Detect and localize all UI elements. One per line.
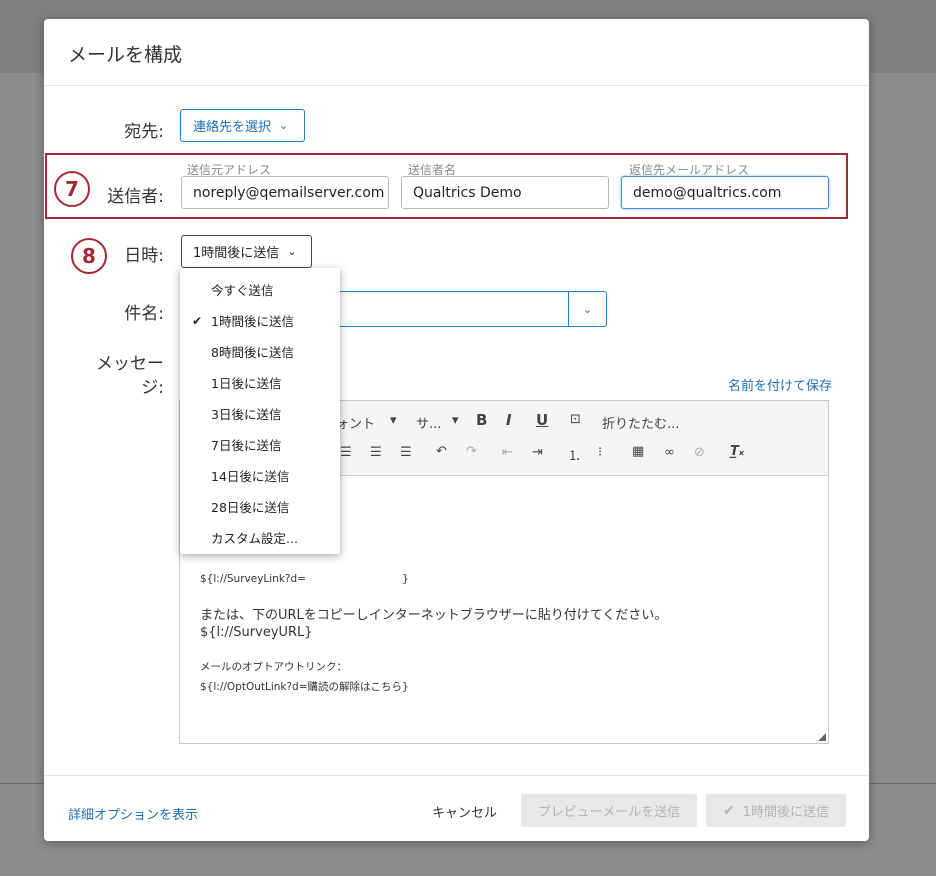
- font-select[interactable]: ォント: [336, 413, 375, 432]
- modal-header: メールを構成: [44, 19, 869, 86]
- outdent-icon[interactable]: ⇤: [502, 445, 513, 460]
- chevron-down-icon: ⌄: [287, 245, 297, 258]
- underline-button[interactable]: U: [536, 411, 548, 429]
- schedule-option[interactable]: 今すぐ送信: [180, 274, 340, 305]
- align-right-icon[interactable]: ☰: [400, 445, 412, 460]
- table-icon[interactable]: ▦: [632, 444, 644, 459]
- reply-to-input[interactable]: demo@qualtrics.com: [621, 176, 829, 209]
- subject-label: 件名:: [124, 304, 164, 324]
- font-select-arrow-icon[interactable]: ▾: [390, 413, 397, 428]
- chevron-down-icon: ⌄: [279, 119, 289, 132]
- schedule-option-label: 1時間後に送信: [211, 314, 294, 329]
- numbered-list-icon[interactable]: ⒈: [568, 445, 581, 464]
- bold-button[interactable]: B: [476, 411, 487, 429]
- italic-button[interactable]: I: [506, 411, 512, 429]
- optout-label-text: メールのオプトアウトリンク：: [200, 661, 347, 673]
- from-name-input[interactable]: Qualtrics Demo: [401, 176, 609, 209]
- message-label-line1: メッセー: [96, 354, 164, 374]
- schedule-option-label: 14日後に送信: [211, 469, 290, 484]
- advanced-options-link[interactable]: 詳細オプションを表示: [68, 804, 198, 823]
- chevron-down-icon[interactable]: ⌄: [569, 292, 606, 326]
- preview-email-button[interactable]: プレビューメールを送信: [521, 794, 697, 827]
- indent-icon[interactable]: ⇥: [532, 445, 543, 460]
- from-address-input[interactable]: noreply@qemailserver.com: [181, 176, 389, 209]
- unlink-icon[interactable]: ⊘: [694, 445, 705, 460]
- schedule-option-label: 8時間後に送信: [211, 345, 294, 360]
- redo-icon[interactable]: ↷: [466, 444, 477, 459]
- select-contacts-button[interactable]: 連絡先を選択 ⌄: [180, 109, 305, 142]
- recipient-label: 宛先:: [124, 122, 164, 142]
- schedule-option[interactable]: 1日後に送信: [180, 367, 340, 398]
- schedule-selected-label: 1時間後に送信: [193, 246, 280, 261]
- schedule-select[interactable]: 1時間後に送信 ⌄: [181, 235, 312, 268]
- schedule-option-label: 7日後に送信: [211, 438, 282, 453]
- schedule-option[interactable]: 28日後に送信: [180, 491, 340, 522]
- schedule-option-label: 28日後に送信: [211, 500, 290, 515]
- copy-instruction-text: または、下のURLをコピーしインターネットブラウザーに貼り付けてください。: [200, 608, 668, 623]
- schedule-option-label: カスタム設定...: [211, 531, 298, 546]
- schedule-option[interactable]: 8時間後に送信: [180, 336, 340, 367]
- fold-toolbar-button[interactable]: 折りたたむ...: [602, 413, 679, 432]
- schedule-option[interactable]: 3日後に送信: [180, 398, 340, 429]
- schedule-label: 日時:: [124, 246, 164, 266]
- modal-title: メールを構成: [68, 44, 183, 66]
- compose-email-modal: メールを構成 宛先: 連絡先を選択 ⌄ 7 送信者: 送信元アドレス norep…: [44, 19, 869, 841]
- schedule-option[interactable]: 7日後に送信: [180, 429, 340, 460]
- schedule-dropdown-menu: 今すぐ送信 ✔ 1時間後に送信 8時間後に送信 1日後に送信 3日後に送信 7日後…: [180, 268, 340, 554]
- checkmark-icon: ✔: [192, 313, 203, 328]
- modal-footer: 詳細オプションを表示 キャンセル プレビューメールを送信 ✔ 1時間後に送信: [44, 775, 869, 842]
- align-center-icon[interactable]: ☰: [370, 445, 382, 460]
- schedule-option[interactable]: ✔ 1時間後に送信: [180, 305, 340, 336]
- optout-link-text: ${l://OptOutLink?d=購読の解除はこちら}: [200, 681, 409, 693]
- schedule-option-label: 今すぐ送信: [211, 283, 274, 298]
- send-button-label: 1時間後に送信: [742, 805, 829, 820]
- size-select[interactable]: サ...: [416, 413, 441, 432]
- send-button[interactable]: ✔ 1時間後に送信: [706, 794, 846, 827]
- clear-format-icon[interactable]: T̲ₓ: [730, 444, 744, 459]
- message-label-line2: ジ:: [141, 378, 164, 398]
- schedule-option-label: 1日後に送信: [211, 376, 282, 391]
- size-select-arrow-icon[interactable]: ▾: [452, 413, 459, 428]
- undo-icon[interactable]: ↶: [436, 444, 447, 459]
- cancel-button[interactable]: キャンセル: [432, 802, 497, 821]
- schedule-option-label: 3日後に送信: [211, 407, 282, 422]
- select-contacts-label: 連絡先を選択: [193, 120, 272, 135]
- survey-link-end: }: [401, 573, 409, 585]
- resize-handle[interactable]: [818, 733, 826, 741]
- align-left-icon[interactable]: ☰: [340, 445, 352, 460]
- schedule-option[interactable]: 14日後に送信: [180, 460, 340, 491]
- survey-url-text: ${l://SurveyURL}: [200, 625, 313, 640]
- sender-label: 送信者:: [107, 187, 164, 207]
- survey-link-text: ${l://SurveyLink?d=}: [200, 573, 409, 585]
- bullet-list-icon[interactable]: ⁝: [598, 445, 602, 460]
- survey-link-start: ${l://SurveyLink?d=: [200, 573, 306, 585]
- schedule-option[interactable]: カスタム設定...: [180, 522, 340, 553]
- link-icon[interactable]: ∞: [664, 445, 675, 460]
- template-icon[interactable]: ⊡: [570, 412, 581, 427]
- save-as-link[interactable]: 名前を付けて保存: [728, 375, 832, 394]
- check-icon: ✔: [722, 802, 735, 819]
